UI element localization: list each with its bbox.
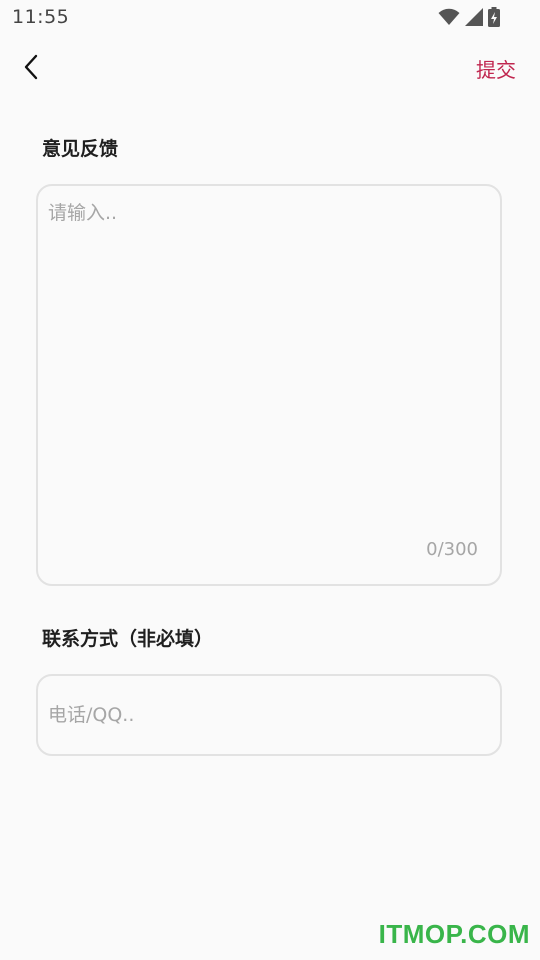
back-button[interactable] bbox=[14, 50, 48, 84]
feedback-section-title: 意见反馈 bbox=[42, 138, 119, 160]
contact-input[interactable] bbox=[48, 700, 488, 730]
battery-charging-icon bbox=[488, 7, 500, 27]
status-time: 11:55 bbox=[12, 6, 70, 28]
cell-signal-icon bbox=[465, 8, 483, 26]
feedback-textarea[interactable] bbox=[48, 198, 488, 518]
contact-box bbox=[36, 674, 502, 756]
status-icons bbox=[438, 6, 500, 28]
char-counter: 0/300 bbox=[426, 539, 478, 560]
watermark: ITMOP.COM bbox=[378, 919, 530, 949]
chevron-left-icon bbox=[24, 54, 38, 80]
top-bar: 提交 bbox=[0, 44, 540, 92]
wifi-icon bbox=[438, 8, 460, 25]
status-bar: 11:55 bbox=[0, 0, 540, 34]
feedback-box: 0/300 bbox=[36, 184, 502, 586]
contact-section-title: 联系方式（非必填） bbox=[42, 628, 214, 650]
submit-button[interactable]: 提交 bbox=[476, 54, 516, 83]
